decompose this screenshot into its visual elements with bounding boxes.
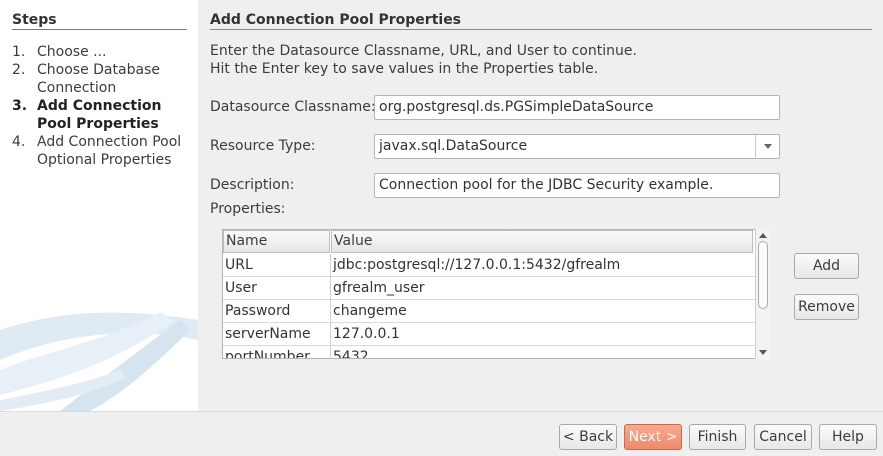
step-number: 4. — [12, 134, 26, 150]
step-label: Choose ... — [37, 44, 107, 60]
add-property-button[interactable]: Add — [794, 253, 859, 279]
steps-heading: Steps — [12, 12, 187, 30]
step-number: 2. — [12, 62, 26, 78]
cell-name[interactable]: User — [223, 277, 331, 300]
remove-property-button[interactable]: Remove — [794, 294, 859, 320]
wizard-main-panel: Add Connection Pool Properties Enter the… — [198, 0, 883, 411]
properties-table[interactable]: Name Value URL jdbc:postgresql://127.0.0… — [222, 229, 770, 359]
step-label-cont: Optional Properties — [37, 152, 172, 168]
resource-type-combobox[interactable]: javax.sql.DataSource — [374, 134, 780, 159]
decorative-swoosh-graphic — [0, 312, 198, 411]
description-label: Description: — [210, 177, 295, 193]
table-row[interactable]: User gfrealm_user — [223, 277, 757, 300]
datasource-classname-label: Datasource Classname: — [210, 99, 376, 115]
scroll-down-arrow-icon[interactable] — [759, 350, 767, 355]
scroll-up-arrow-icon[interactable] — [759, 233, 767, 238]
cell-name[interactable]: URL — [223, 254, 331, 277]
step-label: Add Connection — [37, 98, 162, 114]
step-number: 1. — [12, 44, 26, 60]
page-title: Add Connection Pool Properties — [210, 12, 872, 30]
table-row[interactable]: Password changeme — [223, 300, 757, 323]
cell-value[interactable]: jdbc:postgresql://127.0.0.1:5432/gfrealm — [331, 254, 757, 277]
resource-type-label: Resource Type: — [210, 138, 316, 154]
description-input[interactable]: Connection pool for the JDBC Security ex… — [374, 173, 780, 198]
cell-name[interactable]: Password — [223, 300, 331, 323]
cancel-button[interactable]: Cancel — [754, 424, 812, 450]
table-row[interactable]: serverName 127.0.0.1 — [223, 323, 757, 346]
step-label: Choose Database — [37, 62, 160, 78]
properties-label: Properties: — [210, 201, 286, 217]
help-button[interactable]: Help — [819, 424, 877, 450]
step-number: 3. — [12, 98, 28, 114]
steps-panel: Steps 1. Choose ... 2. Choose Database C… — [0, 0, 198, 411]
finish-button[interactable]: Finish — [689, 424, 746, 450]
cell-value[interactable]: 5432 — [331, 346, 757, 358]
table-vertical-scrollbar[interactable] — [755, 229, 770, 359]
cell-value[interactable]: 127.0.0.1 — [331, 323, 757, 346]
cell-value[interactable]: changeme — [331, 300, 757, 323]
step-label: Add Connection Pool — [37, 134, 182, 150]
column-header-name[interactable]: Name — [223, 230, 330, 253]
table-row[interactable]: URL jdbc:postgresql://127.0.0.1:5432/gfr… — [223, 254, 757, 277]
chevron-down-icon[interactable] — [755, 135, 779, 158]
instruction-line-1: Enter the Datasource Classname, URL, and… — [210, 43, 637, 59]
step-label-cont: Pool Properties — [37, 116, 159, 132]
resource-type-value: javax.sql.DataSource — [379, 138, 528, 154]
cell-value[interactable]: gfrealm_user — [331, 277, 757, 300]
cell-name[interactable]: portNumber — [223, 346, 331, 358]
table-row[interactable]: portNumber 5432 — [223, 346, 757, 358]
instruction-line-2: Hit the Enter key to save values in the … — [210, 61, 599, 77]
wizard-button-bar: < Back Next > Finish Cancel Help — [0, 411, 883, 456]
step-label-cont: Connection — [37, 80, 117, 96]
next-button[interactable]: Next > — [624, 424, 682, 450]
datasource-classname-input[interactable]: org.postgresql.ds.PGSimpleDataSource — [374, 95, 780, 120]
cell-name[interactable]: serverName — [223, 323, 331, 346]
scrollbar-thumb[interactable] — [758, 241, 768, 309]
back-button[interactable]: < Back — [559, 424, 617, 450]
column-header-value[interactable]: Value — [331, 230, 753, 253]
